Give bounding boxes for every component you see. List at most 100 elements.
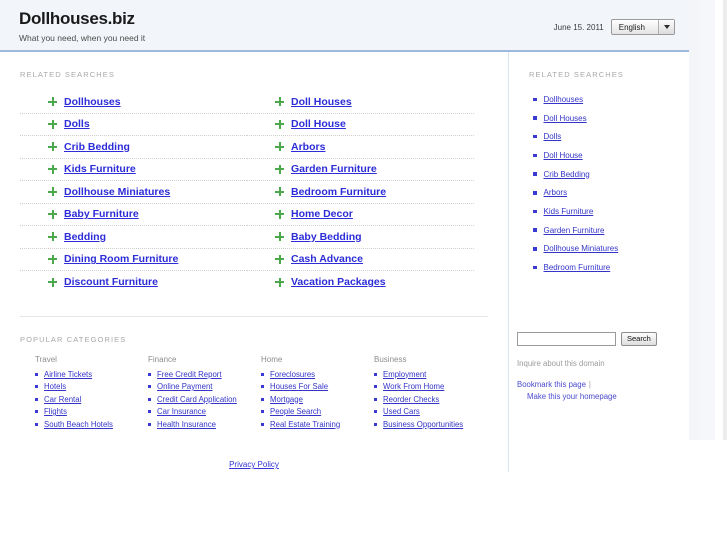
related-search-item[interactable]: Crib Bedding: [20, 136, 247, 159]
related-search-link[interactable]: Vacation Packages: [291, 276, 386, 288]
search-input[interactable]: [517, 331, 616, 346]
related-search-link[interactable]: Dolls: [64, 118, 90, 130]
related-search-link[interactable]: Home Decor: [291, 208, 353, 220]
related-search-item[interactable]: Home Decor: [247, 204, 474, 226]
related-search-item[interactable]: Cash Advance: [247, 249, 474, 271]
sidebar-related-search-link[interactable]: Kids Furniture: [544, 207, 594, 216]
category-link[interactable]: Foreclosures: [270, 370, 315, 379]
category-link[interactable]: Free Credit Report: [157, 370, 222, 379]
related-search-link[interactable]: Bedding: [64, 231, 106, 243]
related-search-link[interactable]: Crib Bedding: [64, 141, 130, 153]
category-link[interactable]: People Search: [270, 407, 321, 416]
related-search-item[interactable]: Dollhouse Miniatures: [20, 181, 247, 204]
category-item[interactable]: Foreclosures: [261, 370, 374, 379]
category-link[interactable]: Business Opportunities: [383, 420, 463, 429]
category-link[interactable]: Mortgage: [270, 395, 303, 404]
related-search-link[interactable]: Doll Houses: [291, 96, 352, 108]
related-search-item[interactable]: Doll House: [247, 114, 474, 136]
category-item[interactable]: Mortgage: [261, 395, 374, 404]
related-search-link[interactable]: Discount Furniture: [64, 276, 158, 288]
category-link[interactable]: Used Cars: [383, 407, 420, 416]
related-search-item[interactable]: Vacation Packages: [247, 271, 474, 294]
category-item[interactable]: Real Estate Training: [261, 420, 374, 429]
category-item[interactable]: South Beach Hotels: [35, 420, 148, 429]
sidebar-related-search-link[interactable]: Bedroom Furniture: [544, 263, 611, 272]
category-item[interactable]: Credit Card Application: [148, 395, 261, 404]
related-search-link[interactable]: Doll House: [291, 118, 346, 130]
category-item[interactable]: Flights: [35, 407, 148, 416]
category-link[interactable]: Work From Home: [383, 382, 444, 391]
category-item[interactable]: Used Cars: [374, 407, 487, 416]
category-item[interactable]: Houses For Sale: [261, 382, 374, 391]
category-link[interactable]: Reorder Checks: [383, 395, 439, 404]
sidebar-related-search-item[interactable]: Crib Bedding: [533, 165, 689, 184]
sidebar-related-search-link[interactable]: Arbors: [544, 188, 568, 197]
related-search-item[interactable]: Dollhouses: [20, 91, 247, 114]
privacy-policy-link[interactable]: Privacy Policy: [229, 460, 279, 469]
category-link[interactable]: Real Estate Training: [270, 420, 340, 429]
category-link[interactable]: Online Payment: [157, 382, 212, 391]
sidebar-related-search-item[interactable]: Dollhouses: [533, 90, 689, 109]
bookmark-page-link[interactable]: Bookmark this page: [517, 380, 586, 389]
category-item[interactable]: Work From Home: [374, 382, 487, 391]
related-search-link[interactable]: Cash Advance: [291, 253, 363, 265]
related-search-item[interactable]: Discount Furniture: [20, 271, 247, 294]
sidebar-related-search-link[interactable]: Doll House: [544, 151, 583, 160]
category-item[interactable]: People Search: [261, 407, 374, 416]
related-search-link[interactable]: Dining Room Furniture: [64, 253, 178, 265]
related-search-item[interactable]: Bedding: [20, 226, 247, 249]
category-link[interactable]: South Beach Hotels: [44, 420, 113, 429]
category-item[interactable]: Health Insurance: [148, 420, 261, 429]
sidebar-related-search-link[interactable]: Dolls: [544, 132, 562, 141]
sidebar-related-search-item[interactable]: Doll House: [533, 146, 689, 165]
search-button[interactable]: Search: [621, 331, 657, 346]
related-search-link[interactable]: Dollhouses: [64, 96, 121, 108]
category-link[interactable]: Car Rental: [44, 395, 81, 404]
sidebar-related-search-item[interactable]: Dollhouse Miniatures: [533, 240, 689, 259]
category-link[interactable]: Airline Tickets: [44, 370, 92, 379]
related-search-link[interactable]: Baby Furniture: [64, 208, 139, 220]
related-search-item[interactable]: Arbors: [247, 136, 474, 159]
category-link[interactable]: Houses For Sale: [270, 382, 328, 391]
category-link[interactable]: Flights: [44, 407, 67, 416]
sidebar-related-search-item[interactable]: Dolls: [533, 127, 689, 146]
sidebar-related-search-item[interactable]: Arbors: [533, 183, 689, 202]
sidebar-related-search-item[interactable]: Doll Houses: [533, 109, 689, 128]
related-search-item[interactable]: Dining Room Furniture: [20, 249, 247, 271]
related-search-link[interactable]: Kids Furniture: [64, 163, 136, 175]
sidebar-related-search-item[interactable]: Bedroom Furniture: [533, 258, 689, 277]
sidebar-related-search-link[interactable]: Doll Houses: [544, 114, 587, 123]
sidebar-related-search-link[interactable]: Dollhouse Miniatures: [544, 244, 619, 253]
related-search-link[interactable]: Bedroom Furniture: [291, 186, 386, 198]
category-item[interactable]: Hotels: [35, 382, 148, 391]
related-search-link[interactable]: Arbors: [291, 141, 325, 153]
category-item[interactable]: Employment: [374, 370, 487, 379]
category-link[interactable]: Credit Card Application: [157, 395, 237, 404]
make-homepage-link[interactable]: Make this your homepage: [527, 392, 617, 401]
category-item[interactable]: Airline Tickets: [35, 370, 148, 379]
related-search-link[interactable]: Baby Bedding: [291, 231, 362, 243]
category-item[interactable]: Business Opportunities: [374, 420, 487, 429]
related-search-link[interactable]: Dollhouse Miniatures: [64, 186, 170, 198]
sidebar-related-search-link[interactable]: Crib Bedding: [544, 170, 590, 179]
related-search-item[interactable]: Bedroom Furniture: [247, 181, 474, 204]
category-item[interactable]: Online Payment: [148, 382, 261, 391]
related-search-item[interactable]: Baby Furniture: [20, 204, 247, 226]
related-search-link[interactable]: Garden Furniture: [291, 163, 377, 175]
related-search-item[interactable]: Dolls: [20, 114, 247, 136]
related-search-item[interactable]: Garden Furniture: [247, 159, 474, 181]
language-select[interactable]: English: [610, 19, 675, 35]
category-link[interactable]: Health Insurance: [157, 420, 216, 429]
sidebar-related-search-link[interactable]: Garden Furniture: [544, 226, 605, 235]
sidebar-related-search-item[interactable]: Kids Furniture: [533, 202, 689, 221]
category-link[interactable]: Hotels: [44, 382, 66, 391]
category-item[interactable]: Reorder Checks: [374, 395, 487, 404]
category-item[interactable]: Car Rental: [35, 395, 148, 404]
related-search-item[interactable]: Kids Furniture: [20, 159, 247, 181]
related-search-item[interactable]: Baby Bedding: [247, 226, 474, 249]
sidebar-related-search-item[interactable]: Garden Furniture: [533, 221, 689, 240]
related-search-item[interactable]: Doll Houses: [247, 91, 474, 114]
sidebar-related-search-link[interactable]: Dollhouses: [544, 95, 584, 104]
category-link[interactable]: Employment: [383, 370, 426, 379]
category-item[interactable]: Free Credit Report: [148, 370, 261, 379]
